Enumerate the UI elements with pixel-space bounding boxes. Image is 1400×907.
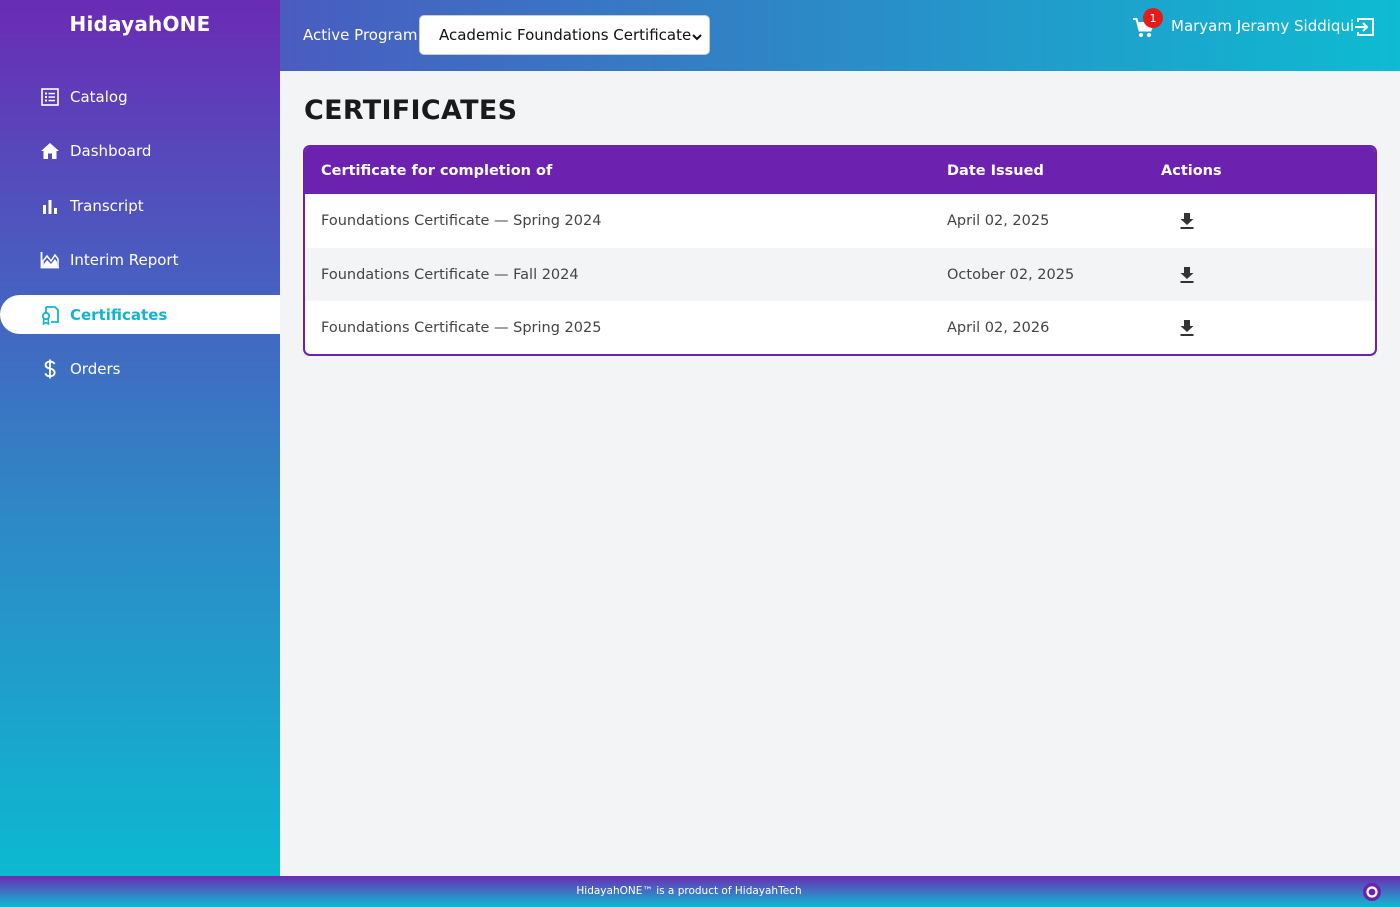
download-icon[interactable] (1179, 301, 1195, 354)
sidebar-item-label: Transcript (70, 196, 144, 215)
column-header-date-issued: Date Issued (947, 162, 1044, 179)
sidebar-item-orders[interactable]: Orders (0, 350, 280, 389)
list-icon (40, 87, 60, 107)
sidebar-item-catalog[interactable]: Catalog (0, 77, 280, 116)
certificate-icon (40, 305, 60, 325)
dollar-icon (40, 359, 60, 379)
sidebar-item-interim-report[interactable]: Interim Report (0, 241, 280, 280)
footer-text: HidayahONE™ is a product of HidayahTech (576, 885, 802, 897)
certificate-name: Foundations Certificate — Spring 2025 (321, 320, 602, 337)
user-name[interactable]: Maryam Jeramy Siddiqui (1171, 17, 1354, 35)
table-row: Foundations Certificate — Spring 2024 Ap… (305, 194, 1375, 248)
download-icon[interactable] (1179, 248, 1195, 302)
date-issued: April 02, 2026 (947, 320, 1050, 337)
sidebar-item-label: Interim Report (70, 251, 179, 269)
table-row: Foundations Certificate — Spring 2025 Ap… (305, 301, 1375, 354)
sidebar-item-transcript[interactable]: Transcript (0, 186, 280, 225)
cart-count-badge: 1 (1143, 8, 1163, 28)
table-header: Certificate for completion of Date Issue… (305, 147, 1375, 194)
date-issued: October 02, 2025 (947, 266, 1075, 283)
date-issued: April 02, 2025 (947, 212, 1050, 229)
bar-chart-icon (40, 196, 60, 216)
footer: HidayahONE™ is a product of HidayahTech (0, 876, 1400, 907)
brand-logo[interactable]: HidayahONE (0, 12, 280, 36)
chevron-down-icon (691, 29, 703, 41)
program-select[interactable]: Academic Foundations Certificate (419, 15, 710, 55)
certificate-name: Foundations Certificate — Fall 2024 (321, 266, 579, 283)
logout-icon[interactable] (1354, 16, 1376, 38)
download-icon[interactable] (1179, 194, 1195, 248)
help-circle-icon[interactable] (1362, 882, 1382, 902)
sidebar-item-label: Orders (70, 360, 121, 378)
program-select-value: Academic Foundations Certificate (439, 26, 692, 44)
sidebar-item-dashboard[interactable]: Dashboard (0, 132, 280, 171)
certificate-name: Foundations Certificate — Spring 2024 (321, 212, 602, 229)
sidebar: HidayahONE Catalog Dashboard Transcript … (0, 0, 280, 876)
sidebar-item-certificates[interactable]: Certificates (0, 295, 280, 334)
top-header: Active Program Academic Foundations Cert… (280, 0, 1400, 71)
certificates-table: Certificate for completion of Date Issue… (303, 145, 1377, 356)
column-header-actions: Actions (1161, 162, 1222, 179)
sidebar-nav: Catalog Dashboard Transcript Interim Rep… (0, 77, 280, 404)
sidebar-item-label: Dashboard (70, 142, 152, 160)
home-icon (40, 141, 60, 161)
column-header-certificate: Certificate for completion of (321, 162, 553, 179)
sidebar-item-label: Catalog (70, 87, 128, 106)
area-chart-icon (40, 250, 60, 270)
page-title: CERTIFICATES (304, 95, 518, 126)
sidebar-item-label: Certificates (70, 305, 168, 324)
table-row: Foundations Certificate — Fall 2024 Octo… (305, 247, 1375, 302)
active-program-label: Active Program (303, 26, 418, 44)
